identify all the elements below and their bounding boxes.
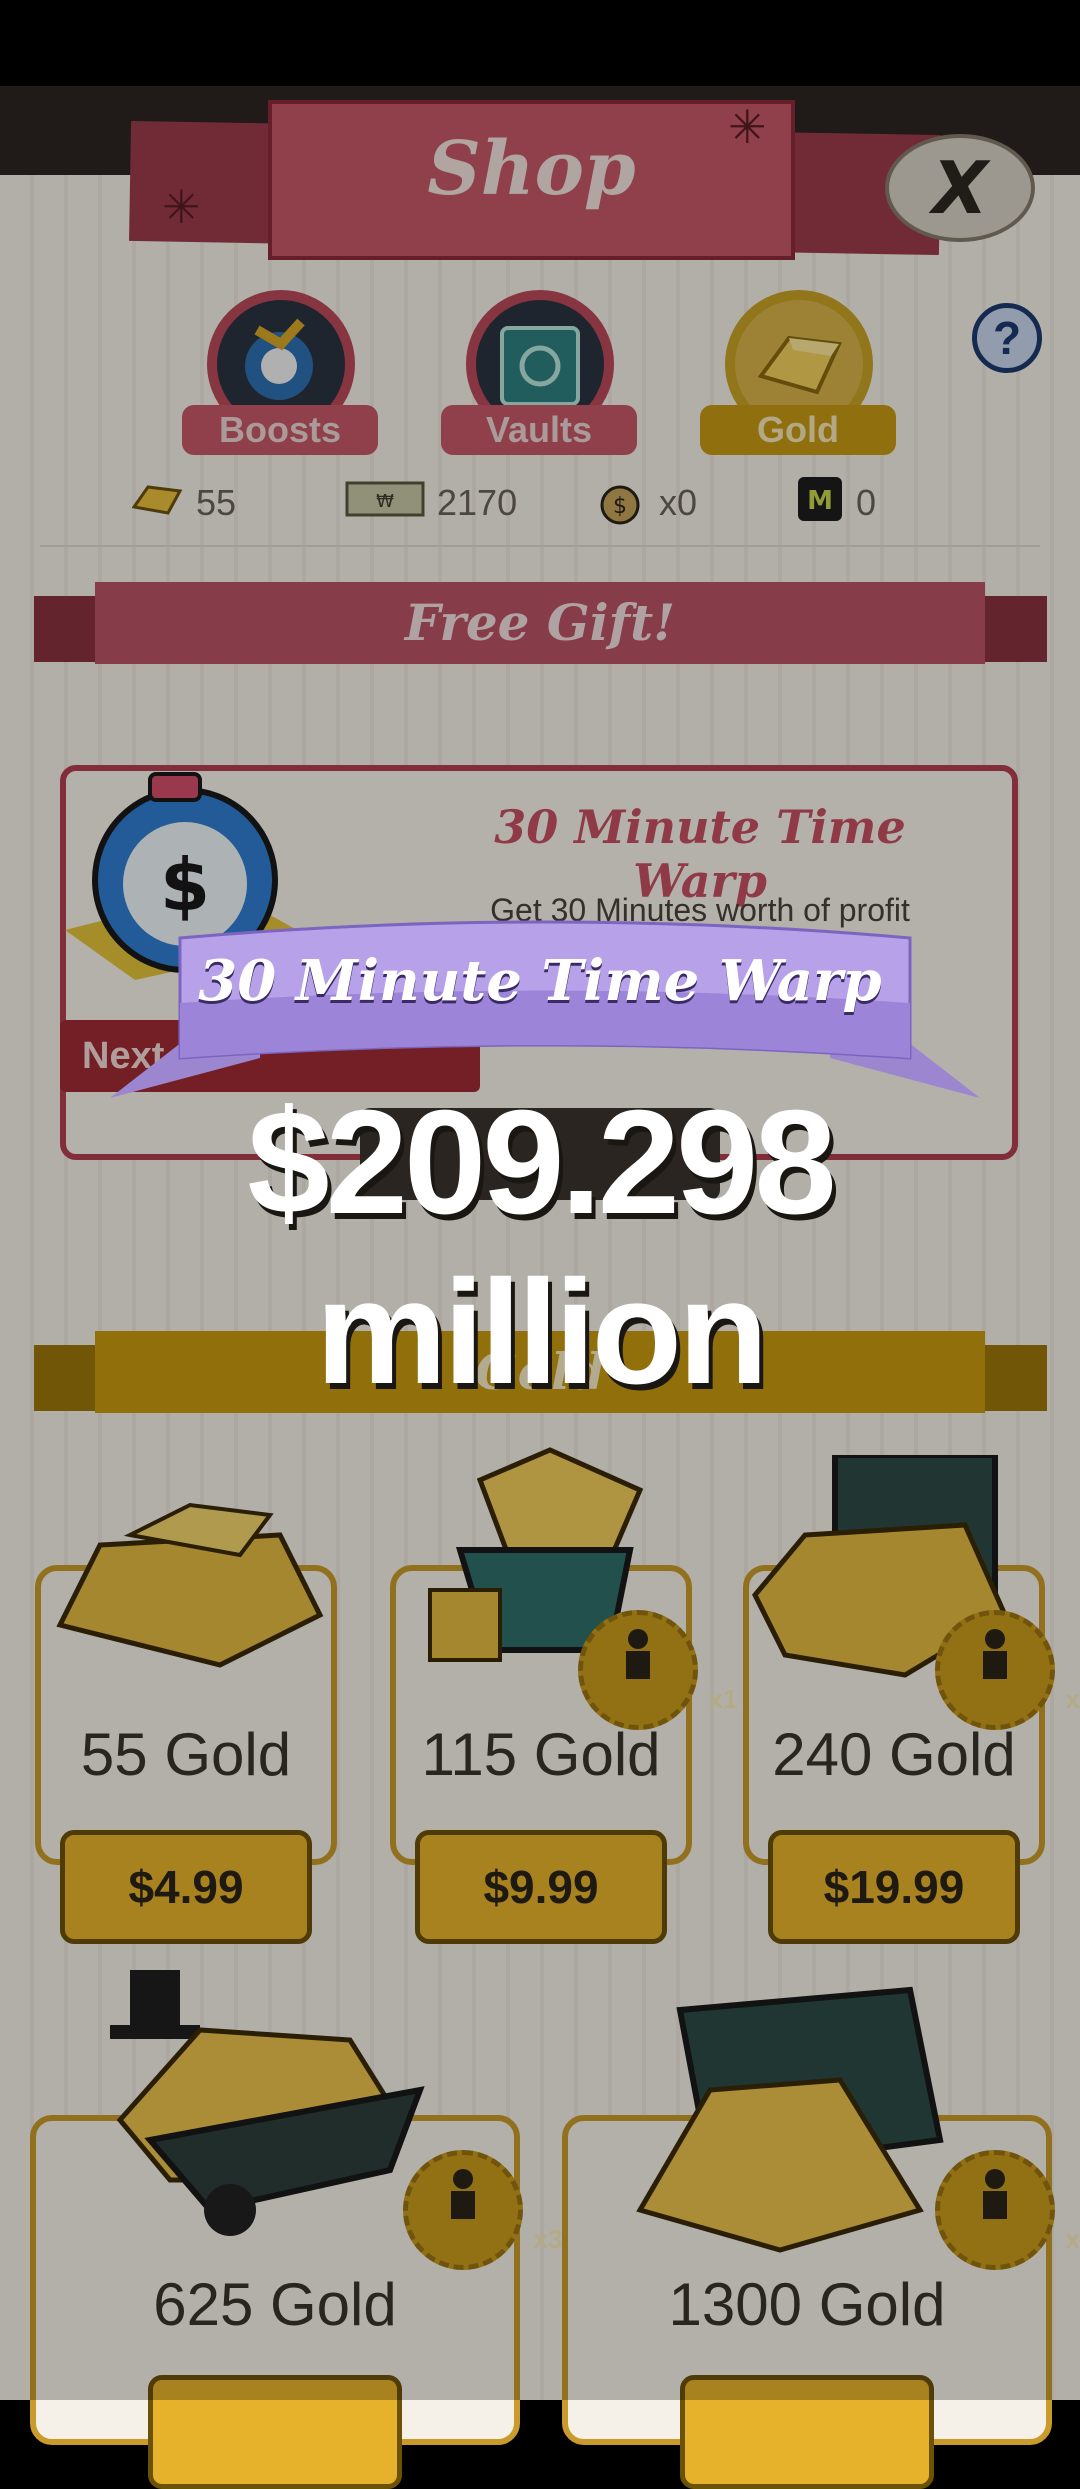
svg-text:M: M <box>807 486 833 516</box>
star-decoration: ✳ <box>162 180 201 234</box>
help-icon[interactable]: ? <box>972 303 1042 373</box>
megabucks-icon: M <box>796 475 844 532</box>
close-button[interactable]: X <box>885 134 1035 242</box>
status-bar <box>0 0 1080 86</box>
svg-text:$: $ <box>613 494 627 519</box>
gold-wheelbarrow-icon <box>110 1970 425 2236</box>
reward-amount: $209.298 million <box>247 1080 836 1415</box>
money-bag-icon: $ <box>593 473 647 534</box>
tab-gold-label: Gold <box>700 405 896 455</box>
gold-pile-icon <box>56 1502 324 1668</box>
money-bags-balance: $ x0 <box>593 478 697 528</box>
gold-pack-label: 625 Gold <box>153 2271 397 2338</box>
free-gift-banner: Free Gift! <box>95 582 985 664</box>
tab-vaults-label: Vaults <box>441 405 637 455</box>
gold-pack-label: 240 Gold <box>772 1721 1016 1788</box>
cash-balance: ₩ 2170 <box>345 478 517 528</box>
reward-ribbon-title: 30 Minute Time Warp <box>198 948 882 1014</box>
megabucks-balance: M 0 <box>796 476 877 528</box>
buy-button[interactable]: $4.99 <box>60 1830 312 1944</box>
gold-balance: 55 <box>131 478 237 528</box>
multiplier-badge: x2 <box>935 1610 1080 1730</box>
cash-balance-value: 2170 <box>437 482 518 523</box>
buy-button[interactable]: $9.99 <box>415 1830 667 1944</box>
divider <box>40 545 1040 547</box>
svg-text:₩: ₩ <box>376 491 394 512</box>
tab-boosts-label: Boosts <box>182 405 378 455</box>
gold-pack-label: 1300 Gold <box>668 2271 946 2338</box>
multiplier-badge: x3 <box>403 2150 562 2270</box>
buy-button[interactable]: $19.99 <box>768 1830 1020 1944</box>
buy-button[interactable] <box>148 2375 402 2489</box>
gold-pack-label: 115 Gold <box>421 1721 661 1788</box>
multiplier-badge: x1 <box>578 1610 737 1730</box>
gold-vault-icon <box>636 1986 944 2253</box>
gold-bar-icon <box>131 481 184 526</box>
gold-balance-value: 55 <box>196 482 237 523</box>
buy-button[interactable] <box>680 2375 934 2489</box>
multiplier-label: x5 <box>1065 2224 1080 2254</box>
gold-pack-label: 55 Gold <box>80 1721 292 1788</box>
megabucks-value: 0 <box>856 482 877 523</box>
banknote-icon: ₩ <box>345 479 425 528</box>
multiplier-label: x2 <box>1065 1684 1080 1714</box>
multiplier-badge: x5 <box>935 2150 1080 2270</box>
shop-title: Shop <box>427 126 636 212</box>
money-bags-value: x0 <box>659 482 698 523</box>
